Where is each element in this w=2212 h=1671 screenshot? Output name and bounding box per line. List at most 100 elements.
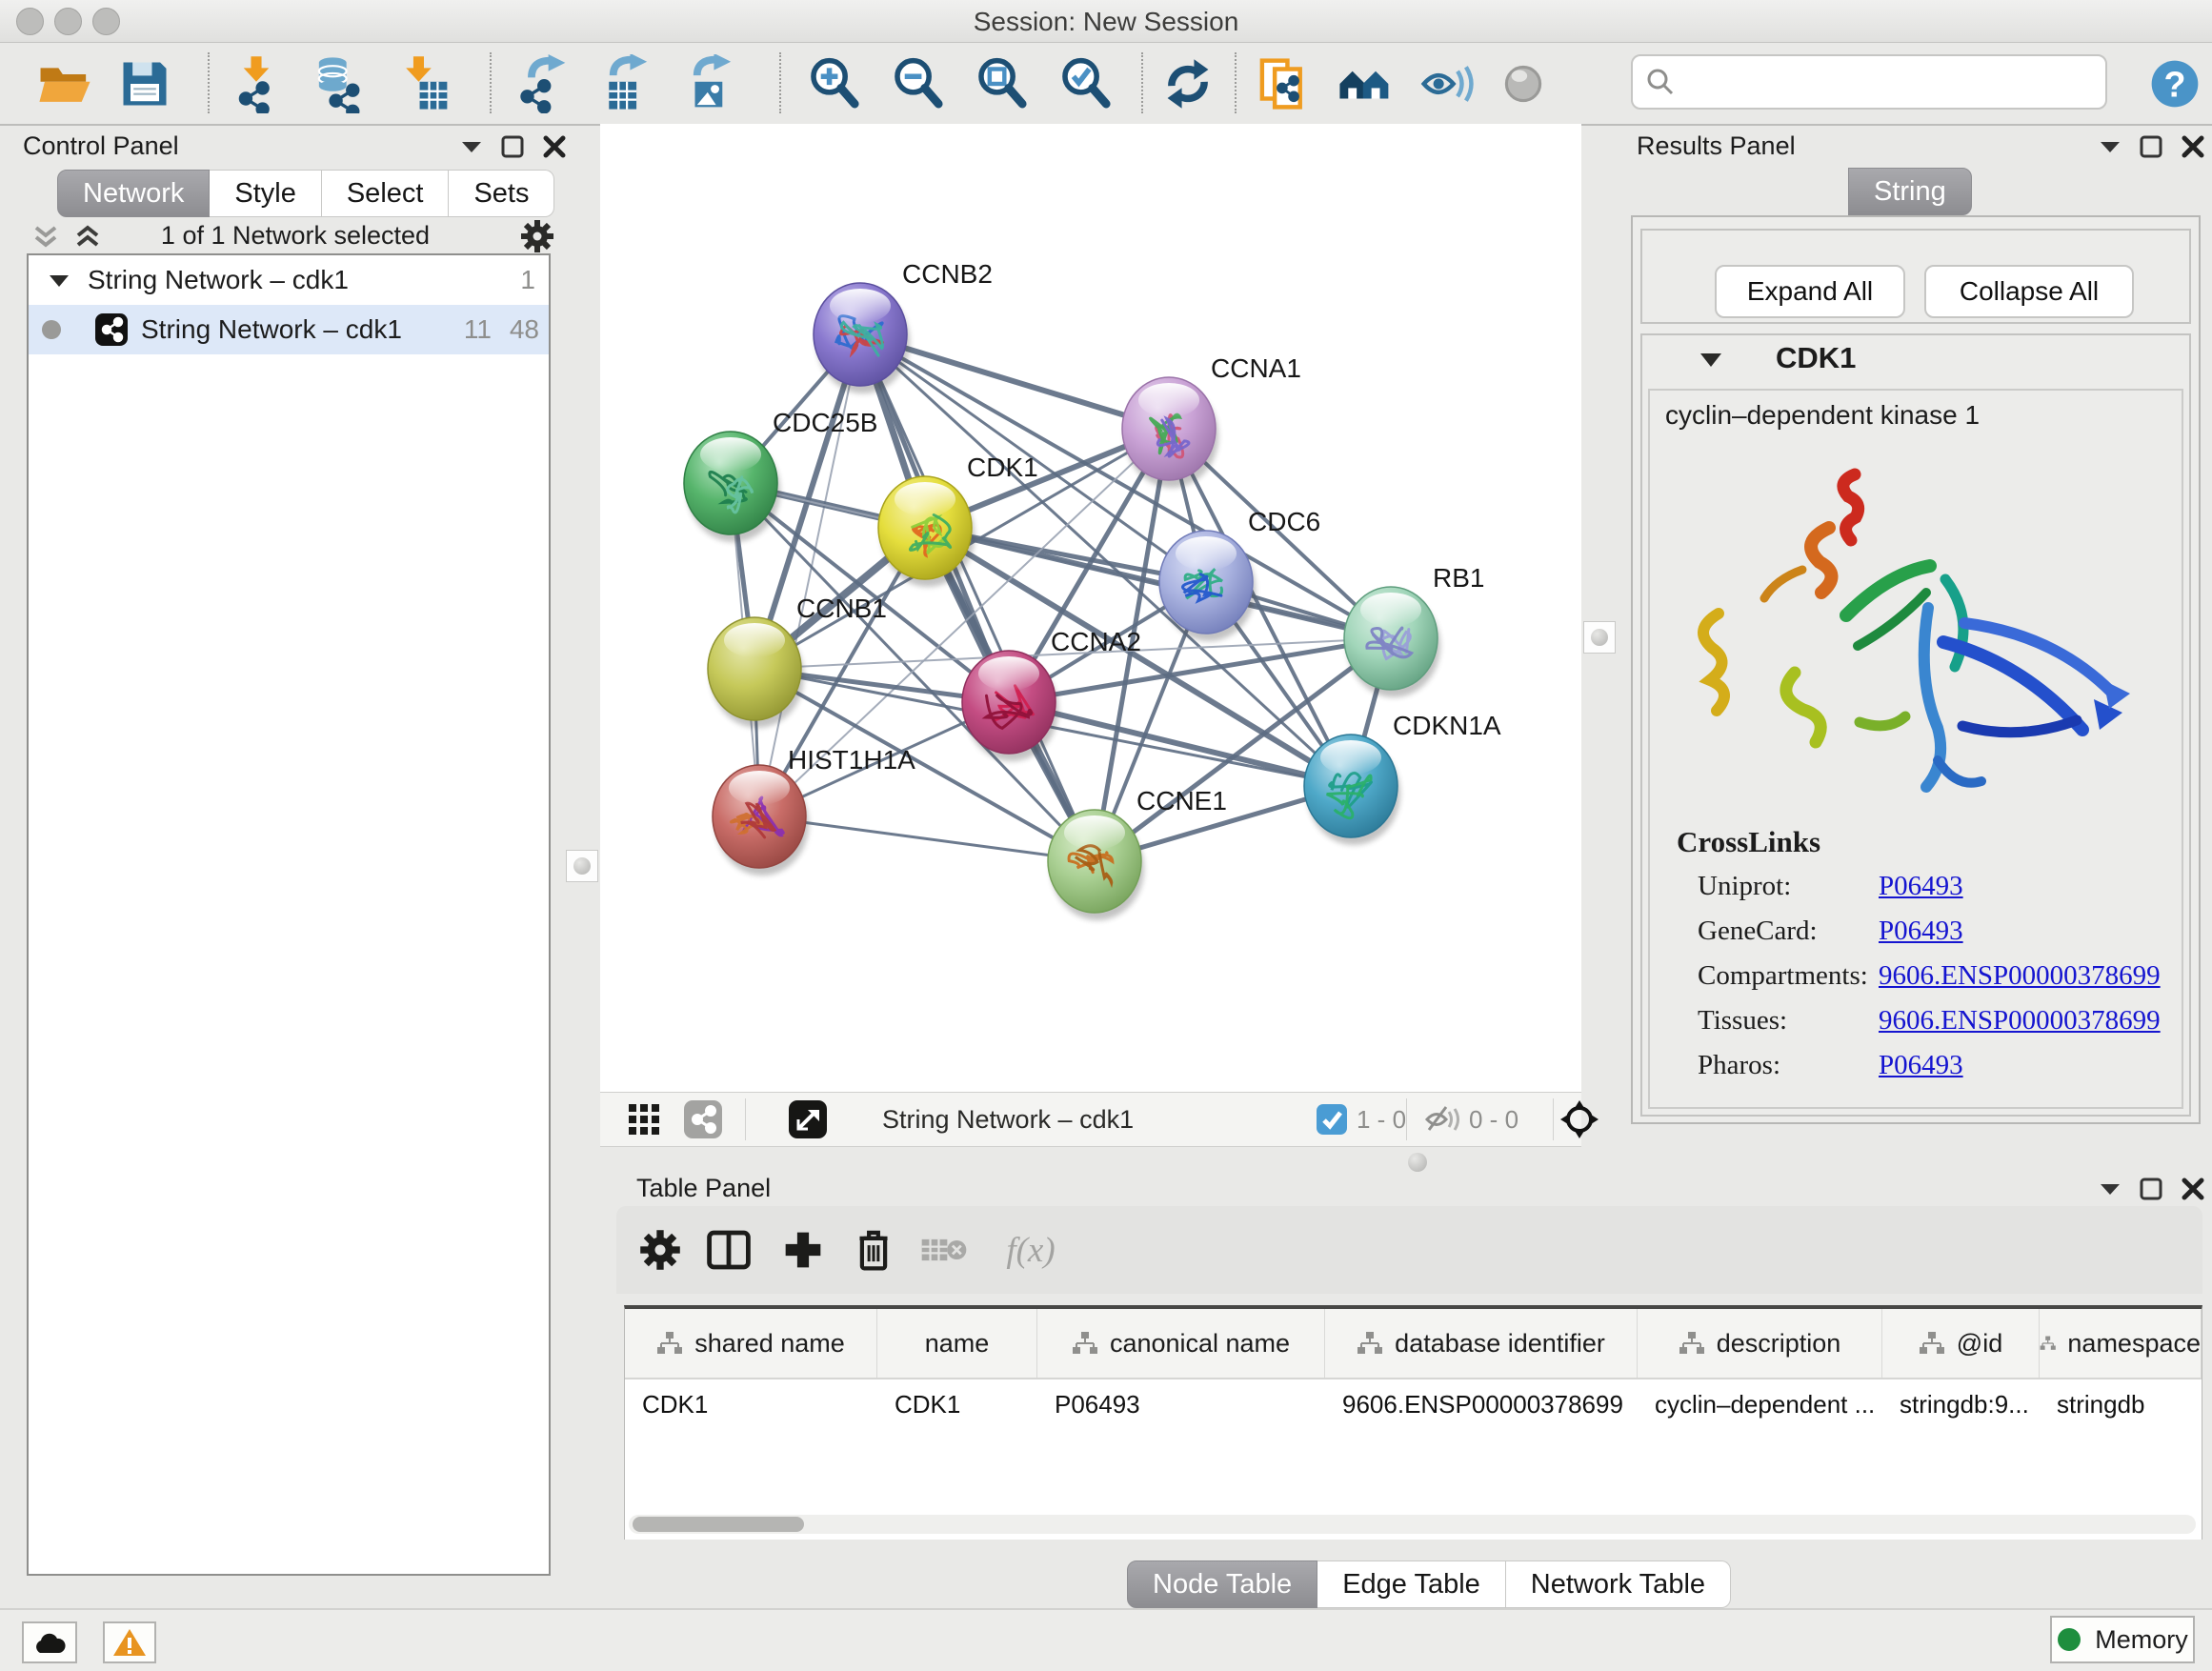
section-expander-icon[interactable] [1699,351,1722,368]
table-cell-database-identifier[interactable]: 9606.ENSP00000378699 [1325,1379,1638,1429]
network-edge-HIST1H1A-CCNE1[interactable] [759,816,1095,861]
tab-network-table[interactable]: Network Table [1506,1560,1731,1608]
open-string-home-button[interactable] [1332,50,1398,117]
panel-close-icon[interactable] [2182,135,2204,158]
selected-nodes-indicator[interactable]: 1 - 0 [1317,1100,1406,1138]
table-options-button[interactable] [630,1219,691,1280]
column-header-database-identifier[interactable]: database identifier [1325,1309,1638,1378]
export-table-button[interactable] [593,50,659,117]
column-header-canonical-name[interactable]: canonical name [1037,1309,1325,1378]
horizontal-splitter-handle[interactable] [1408,1153,1427,1172]
crosslink-link-compartments[interactable]: 9606.ENSP00000378699 [1879,960,2161,992]
network-selection-bar: 1 of 1 Network selected [29,221,551,253]
tab-node-table[interactable]: Node Table [1127,1560,1317,1608]
import-table-icon [394,54,453,113]
import-network-file-button[interactable] [223,50,290,117]
panel-float-icon[interactable] [2140,1178,2162,1200]
table-cell-namespace[interactable]: stringdb [2040,1379,2202,1429]
table-cell-id[interactable]: stringdb:9... [1882,1379,2040,1429]
import-table-file-button[interactable] [391,50,457,117]
crosslink-link-tissues[interactable]: 9606.ENSP00000378699 [1879,1005,2161,1037]
column-header-name[interactable]: name [877,1309,1037,1378]
network-canvas[interactable]: CCNB2CCNA1CDC25BCDK1CDC6RB1CCNB1CCNA2CDK… [600,124,1581,1092]
help-icon: ? [2145,54,2204,113]
collapse-all-button[interactable]: Collapse All [1924,265,2134,318]
tree-column-icon [1072,1331,1098,1356]
grid-view-button[interactable] [627,1100,661,1138]
memory-button[interactable]: Memory [2050,1616,2195,1663]
expand-all-button[interactable]: Expand All [1715,265,1905,318]
network-from-clipboard-button[interactable] [1250,50,1317,117]
toolbar-search-field [1631,54,2107,110]
left-splitter-handle[interactable] [566,850,598,882]
import-network-database-button[interactable] [307,50,373,117]
crosslink-link-genecard[interactable]: P06493 [1879,916,1963,947]
tab-style[interactable]: Style [210,170,321,217]
network-row-selected[interactable]: String Network – cdk1 11 48 [29,305,549,354]
navigator-button[interactable] [1560,1100,1599,1138]
cloud-status-button[interactable] [22,1621,77,1663]
hidden-elements-indicator[interactable]: 0 - 0 [1423,1100,1518,1138]
collection-expander-icon[interactable] [50,273,69,288]
zoom-selected-button[interactable] [1052,50,1118,117]
zoom-out-button[interactable] [884,50,951,117]
search-input[interactable] [1684,60,2098,102]
panel-close-icon[interactable] [2182,1178,2204,1200]
network-node-CDKN1A[interactable]: CDKN1A [1304,711,1501,845]
right-splitter-handle[interactable] [1583,621,1616,654]
create-column-button[interactable] [773,1219,834,1280]
enhanced-labels-button[interactable] [1414,50,1480,117]
panel-menu-icon[interactable] [461,139,482,154]
column-header-description[interactable]: description [1638,1309,1882,1378]
crosslink-label: GeneCard: [1698,916,1818,947]
network-options-gear-icon[interactable] [520,219,554,253]
scrollbar-thumb[interactable] [633,1517,804,1532]
tab-string[interactable]: String [1848,168,1972,215]
refresh-icon [1159,55,1217,112]
birdseye-view-button[interactable] [789,1100,827,1138]
panel-float-icon[interactable] [2140,135,2162,158]
network-collection-row[interactable]: String Network – cdk1 1 [29,255,549,305]
panel-menu-icon[interactable] [2100,139,2121,154]
warnings-button[interactable] [103,1621,156,1663]
crosslink-link-uniprot[interactable]: P06493 [1879,871,1963,902]
table-horizontal-scrollbar[interactable] [629,1515,2196,1534]
column-header-shared-name[interactable]: shared name [625,1309,877,1378]
network-node-CCNE1[interactable]: CCNE1 [1048,786,1227,920]
panel-float-icon[interactable] [501,135,524,158]
network-edge-CDK1-RB1[interactable] [925,528,1391,638]
tab-select[interactable]: Select [322,170,450,217]
panel-menu-icon[interactable] [2100,1181,2121,1197]
tree-column-icon [1919,1331,1945,1356]
show-columns-button[interactable] [698,1219,759,1280]
panel-close-icon[interactable] [543,135,566,158]
export-image-button[interactable] [676,50,743,117]
table-cell-name[interactable]: CDK1 [877,1379,1037,1429]
tab-sets[interactable]: Sets [449,170,554,217]
expand-all-chevron-icon[interactable] [74,225,101,250]
network-style-button[interactable] [684,1100,722,1138]
network-node-CCNB1[interactable]: CCNB1 [708,594,887,728]
help-button[interactable]: ? [2142,50,2208,117]
crosslink-link-pharos[interactable]: P06493 [1879,1050,1963,1081]
table-cell-shared-name[interactable]: CDK1 [625,1379,877,1429]
table-cell-canonical-name[interactable]: P06493 [1037,1379,1325,1429]
open-session-button[interactable] [31,50,98,117]
refresh-layout-button[interactable] [1155,50,1221,117]
network-node-RB1[interactable]: RB1 [1344,563,1484,697]
export-network-button[interactable] [509,50,575,117]
column-header-namespace[interactable]: namespace [2040,1309,2202,1378]
network-node-CDC6[interactable]: CDC6 [1159,507,1320,641]
show-hide-glass-ball-button[interactable] [1490,50,1557,117]
table-cell-description[interactable]: cyclin–dependent ... [1638,1379,1882,1429]
tab-network[interactable]: Network [57,170,210,217]
tab-edge-table[interactable]: Edge Table [1317,1560,1506,1608]
collapse-all-chevron-icon[interactable] [32,225,59,250]
zoom-fit-button[interactable] [968,50,1035,117]
network-edge-CCNB2-CCNE1[interactable] [860,334,1095,861]
save-session-button[interactable] [111,50,178,117]
delete-columns-button[interactable] [843,1219,904,1280]
column-header-id[interactable]: @id [1882,1309,2040,1378]
network-node-HIST1H1A[interactable]: HIST1H1A [713,745,915,876]
zoom-in-button[interactable] [800,50,867,117]
